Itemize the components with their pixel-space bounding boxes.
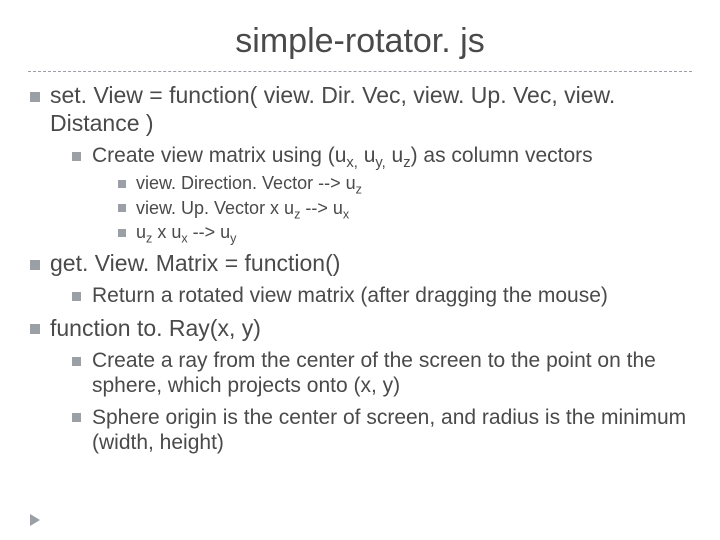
list-item-text: Return a rotated view matrix (after drag… [92, 284, 608, 307]
list-item: Sphere origin is the center of screen, a… [70, 405, 692, 455]
list-item-text: Create a ray from the center of the scre… [92, 349, 656, 397]
list-item: set. View = function( view. Dir. Vec, vi… [28, 82, 692, 244]
list-item-text: uz x ux --> uy [136, 222, 236, 242]
footer-arrow-icon [30, 514, 40, 526]
list-item: view. Direction. Vector --> uz [116, 172, 692, 195]
list-item-text: view. Up. Vector x uz --> ux [136, 198, 349, 218]
divider [28, 71, 692, 72]
list-item: Create view matrix using (ux, uy, uz) as… [70, 143, 692, 244]
page-title: simple-rotator. js [28, 22, 692, 61]
list-level-2: Return a rotated view matrix (after drag… [70, 283, 692, 308]
list-item-text: get. View. Matrix = function() [50, 250, 340, 276]
list-item-text: set. View = function( view. Dir. Vec, vi… [50, 82, 615, 136]
list-item: uz x ux --> uy [116, 221, 692, 244]
list-item-text: view. Direction. Vector --> uz [136, 173, 362, 193]
list-item-text: Create view matrix using (ux, uy, uz) as… [92, 144, 593, 167]
list-item: Return a rotated view matrix (after drag… [70, 283, 692, 308]
list-item: get. View. Matrix = function() Return a r… [28, 250, 692, 309]
bullet-list: set. View = function( view. Dir. Vec, vi… [28, 82, 692, 455]
list-level-3: view. Direction. Vector --> uz view. Up. … [116, 172, 692, 244]
slide: simple-rotator. js set. View = function(… [0, 0, 720, 540]
list-item: Create a ray from the center of the scre… [70, 348, 692, 398]
list-item: function to. Ray(x, y) Create a ray from … [28, 315, 692, 455]
list-level-2: Create view matrix using (ux, uy, uz) as… [70, 143, 692, 244]
list-item: view. Up. Vector x uz --> ux [116, 197, 692, 220]
list-item-text: function to. Ray(x, y) [50, 315, 261, 341]
list-item-text: Sphere origin is the center of screen, a… [92, 406, 686, 454]
list-level-2: Create a ray from the center of the scre… [70, 348, 692, 455]
